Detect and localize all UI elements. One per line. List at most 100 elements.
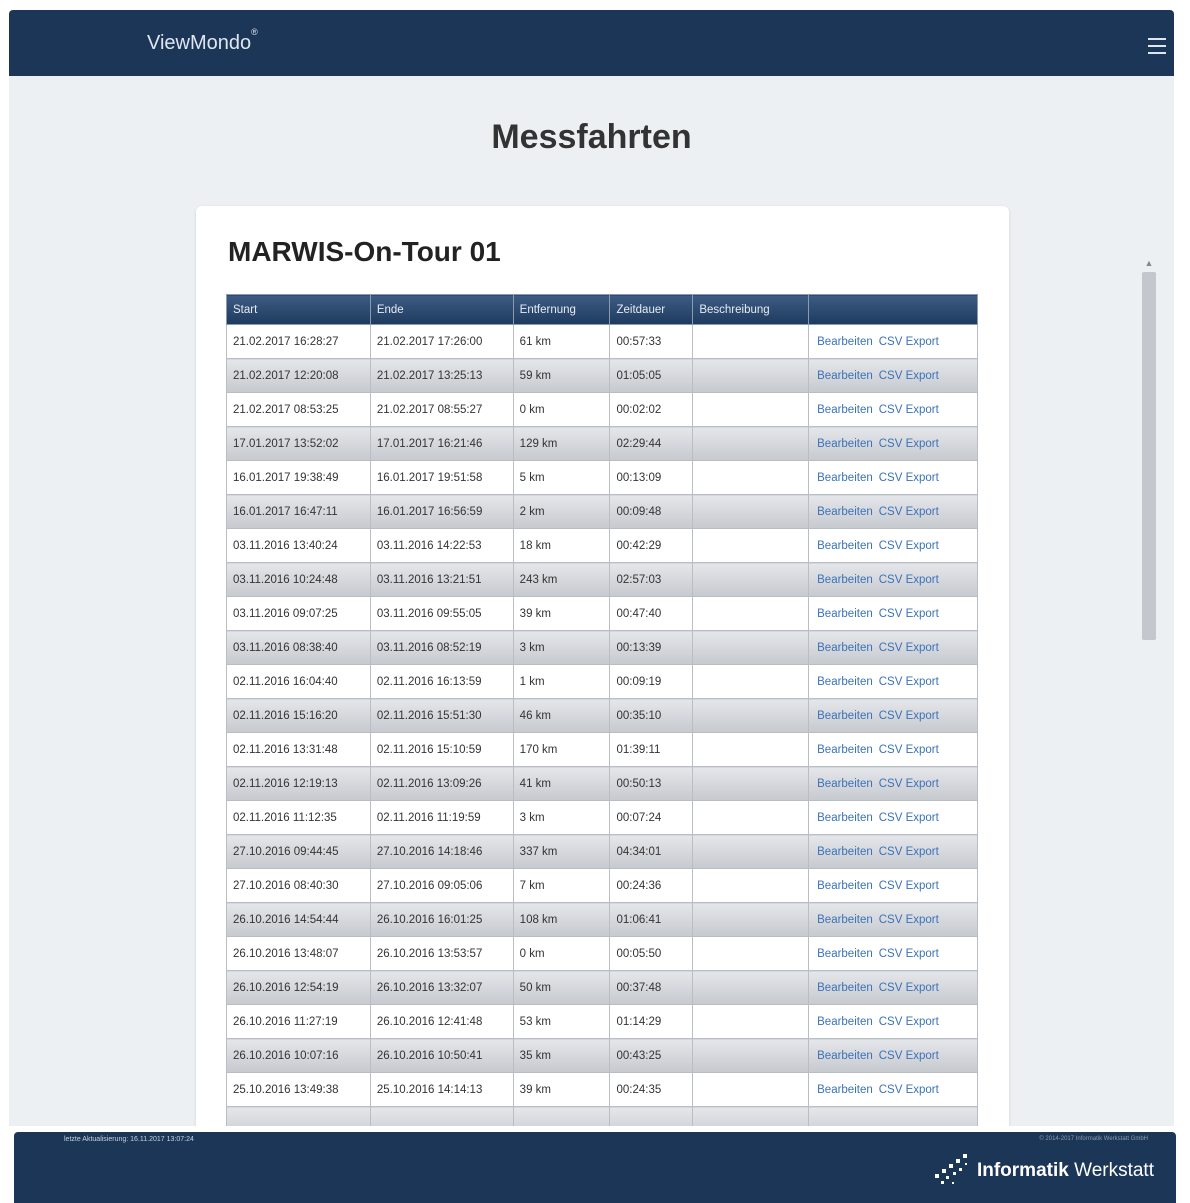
cell-duration: 04:34:01	[609, 834, 694, 869]
column-header-start[interactable]: Start	[226, 294, 371, 325]
column-header-actions	[808, 294, 978, 325]
column-header-description[interactable]: Beschreibung	[692, 294, 810, 325]
edit-link[interactable]: Bearbeiten	[817, 608, 873, 620]
table-row: 21.02.2017 12:20:08 21.02.2017 13:25:13 59…	[226, 358, 978, 393]
cell-distance: 3 km	[512, 800, 611, 835]
cell-start	[226, 1106, 371, 1126]
csv-export-link[interactable]: CSV Export	[879, 846, 939, 858]
table-row: 27.10.2016 09:44:45 27.10.2016 14:18:46 33…	[226, 834, 978, 869]
csv-export-link[interactable]: CSV Export	[879, 1016, 939, 1028]
vertical-scrollbar[interactable]: ▲ ▼	[1139, 256, 1159, 1126]
edit-link[interactable]: Bearbeiten	[817, 438, 873, 450]
company-name-bold: Informatik	[976, 1160, 1069, 1181]
edit-link[interactable]: Bearbeiten	[817, 574, 873, 586]
cell-duration: 02:57:03	[609, 562, 694, 597]
cell-start: 25.10.2016 13:49:38	[226, 1072, 371, 1107]
trips-table: Start Ende Entfernung Zeitdauer Beschrei…	[226, 294, 978, 1126]
csv-export-link[interactable]: CSV Export	[879, 506, 939, 518]
csv-export-link[interactable]: CSV Export	[879, 1050, 939, 1062]
edit-link[interactable]: Bearbeiten	[817, 1016, 873, 1028]
cell-duration: 01:14:29	[609, 1004, 694, 1039]
edit-link[interactable]: Bearbeiten	[817, 744, 873, 756]
cell-start: 26.10.2016 12:54:19	[226, 970, 371, 1005]
edit-link[interactable]: Bearbeiten	[817, 1050, 873, 1062]
edit-link[interactable]: Bearbeiten	[817, 778, 873, 790]
table-row: 27.10.2016 08:40:30 27.10.2016 09:05:06 7 …	[226, 868, 978, 903]
csv-export-link[interactable]: CSV Export	[879, 438, 939, 450]
csv-export-link[interactable]: CSV Export	[879, 710, 939, 722]
edit-link[interactable]: Bearbeiten	[817, 710, 873, 722]
registered-mark: ®	[251, 27, 258, 38]
cell-end: 26.10.2016 16:01:25	[369, 902, 514, 937]
csv-export-link[interactable]: CSV Export	[879, 778, 939, 790]
edit-link[interactable]: Bearbeiten	[817, 676, 873, 688]
csv-export-link[interactable]: CSV Export	[879, 982, 939, 994]
cell-distance: 3 km	[512, 630, 611, 665]
edit-link[interactable]: Bearbeiten	[817, 404, 873, 416]
csv-export-link[interactable]: CSV Export	[879, 1084, 939, 1096]
column-header-distance[interactable]: Entfernung	[512, 294, 611, 325]
cell-end: 21.02.2017 13:25:13	[369, 358, 514, 393]
cell-actions: Bearbeiten CSV Export	[808, 766, 978, 801]
cell-actions	[808, 1106, 978, 1126]
cell-start: 03.11.2016 09:07:25	[226, 596, 371, 631]
cell-start: 02.11.2016 16:04:40	[226, 664, 371, 699]
edit-link[interactable]: Bearbeiten	[817, 812, 873, 824]
edit-link[interactable]: Bearbeiten	[817, 948, 873, 960]
column-header-end[interactable]: Ende	[369, 294, 514, 325]
table-row: 16.01.2017 16:47:11 16.01.2017 16:56:59 2 …	[226, 494, 978, 529]
csv-export-link[interactable]: CSV Export	[879, 880, 939, 892]
cell-start: 17.01.2017 13:52:02	[226, 426, 371, 461]
edit-link[interactable]: Bearbeiten	[817, 642, 873, 654]
footer: letzte Aktualisierung: 16.11.2017 13:07:…	[14, 1132, 1176, 1203]
csv-export-link[interactable]: CSV Export	[879, 472, 939, 484]
csv-export-link[interactable]: CSV Export	[879, 642, 939, 654]
cell-duration: 00:13:39	[609, 630, 694, 665]
cell-end: 26.10.2016 13:53:57	[369, 936, 514, 971]
cell-end	[369, 1106, 514, 1126]
cell-duration: 00:07:24	[609, 800, 694, 835]
cell-end: 03.11.2016 09:55:05	[369, 596, 514, 631]
csv-export-link[interactable]: CSV Export	[879, 574, 939, 586]
cell-start: 26.10.2016 13:48:07	[226, 936, 371, 971]
csv-export-link[interactable]: CSV Export	[879, 744, 939, 756]
cell-duration: 01:39:11	[609, 732, 694, 767]
edit-link[interactable]: Bearbeiten	[817, 914, 873, 926]
cell-distance: 41 km	[512, 766, 611, 801]
edit-link[interactable]: Bearbeiten	[817, 1084, 873, 1096]
csv-export-link[interactable]: CSV Export	[879, 812, 939, 824]
edit-link[interactable]: Bearbeiten	[817, 370, 873, 382]
csv-export-link[interactable]: CSV Export	[879, 370, 939, 382]
edit-link[interactable]: Bearbeiten	[817, 472, 873, 484]
cell-start: 26.10.2016 10:07:16	[226, 1038, 371, 1073]
cell-end: 25.10.2016 14:14:13	[369, 1072, 514, 1107]
edit-link[interactable]: Bearbeiten	[817, 336, 873, 348]
column-header-duration[interactable]: Zeitdauer	[609, 294, 694, 325]
edit-link[interactable]: Bearbeiten	[817, 982, 873, 994]
csv-export-link[interactable]: CSV Export	[879, 336, 939, 348]
cell-end: 02.11.2016 11:19:59	[369, 800, 514, 835]
cell-end: 27.10.2016 14:18:46	[369, 834, 514, 869]
csv-export-link[interactable]: CSV Export	[879, 540, 939, 552]
cell-start: 02.11.2016 13:31:48	[226, 732, 371, 767]
csv-export-link[interactable]: CSV Export	[879, 914, 939, 926]
cell-description	[692, 1072, 810, 1107]
edit-link[interactable]: Bearbeiten	[817, 540, 873, 552]
cell-description	[692, 1106, 810, 1126]
edit-link[interactable]: Bearbeiten	[817, 506, 873, 518]
edit-link[interactable]: Bearbeiten	[817, 846, 873, 858]
cell-duration: 00:42:29	[609, 528, 694, 563]
csv-export-link[interactable]: CSV Export	[879, 948, 939, 960]
hamburger-icon[interactable]	[1148, 38, 1166, 54]
cell-end: 26.10.2016 13:32:07	[369, 970, 514, 1005]
edit-link[interactable]: Bearbeiten	[817, 880, 873, 892]
brand-name: ViewMondo	[147, 32, 252, 54]
csv-export-link[interactable]: CSV Export	[879, 676, 939, 688]
csv-export-link[interactable]: CSV Export	[879, 608, 939, 620]
scroll-up-arrow-icon[interactable]: ▲	[1139, 256, 1159, 270]
csv-export-link[interactable]: CSV Export	[879, 404, 939, 416]
cell-end: 03.11.2016 14:22:53	[369, 528, 514, 563]
cell-description	[692, 426, 810, 461]
scrollbar-thumb[interactable]	[1142, 272, 1156, 640]
brand-logo[interactable]: ViewMondo®	[147, 27, 258, 55]
